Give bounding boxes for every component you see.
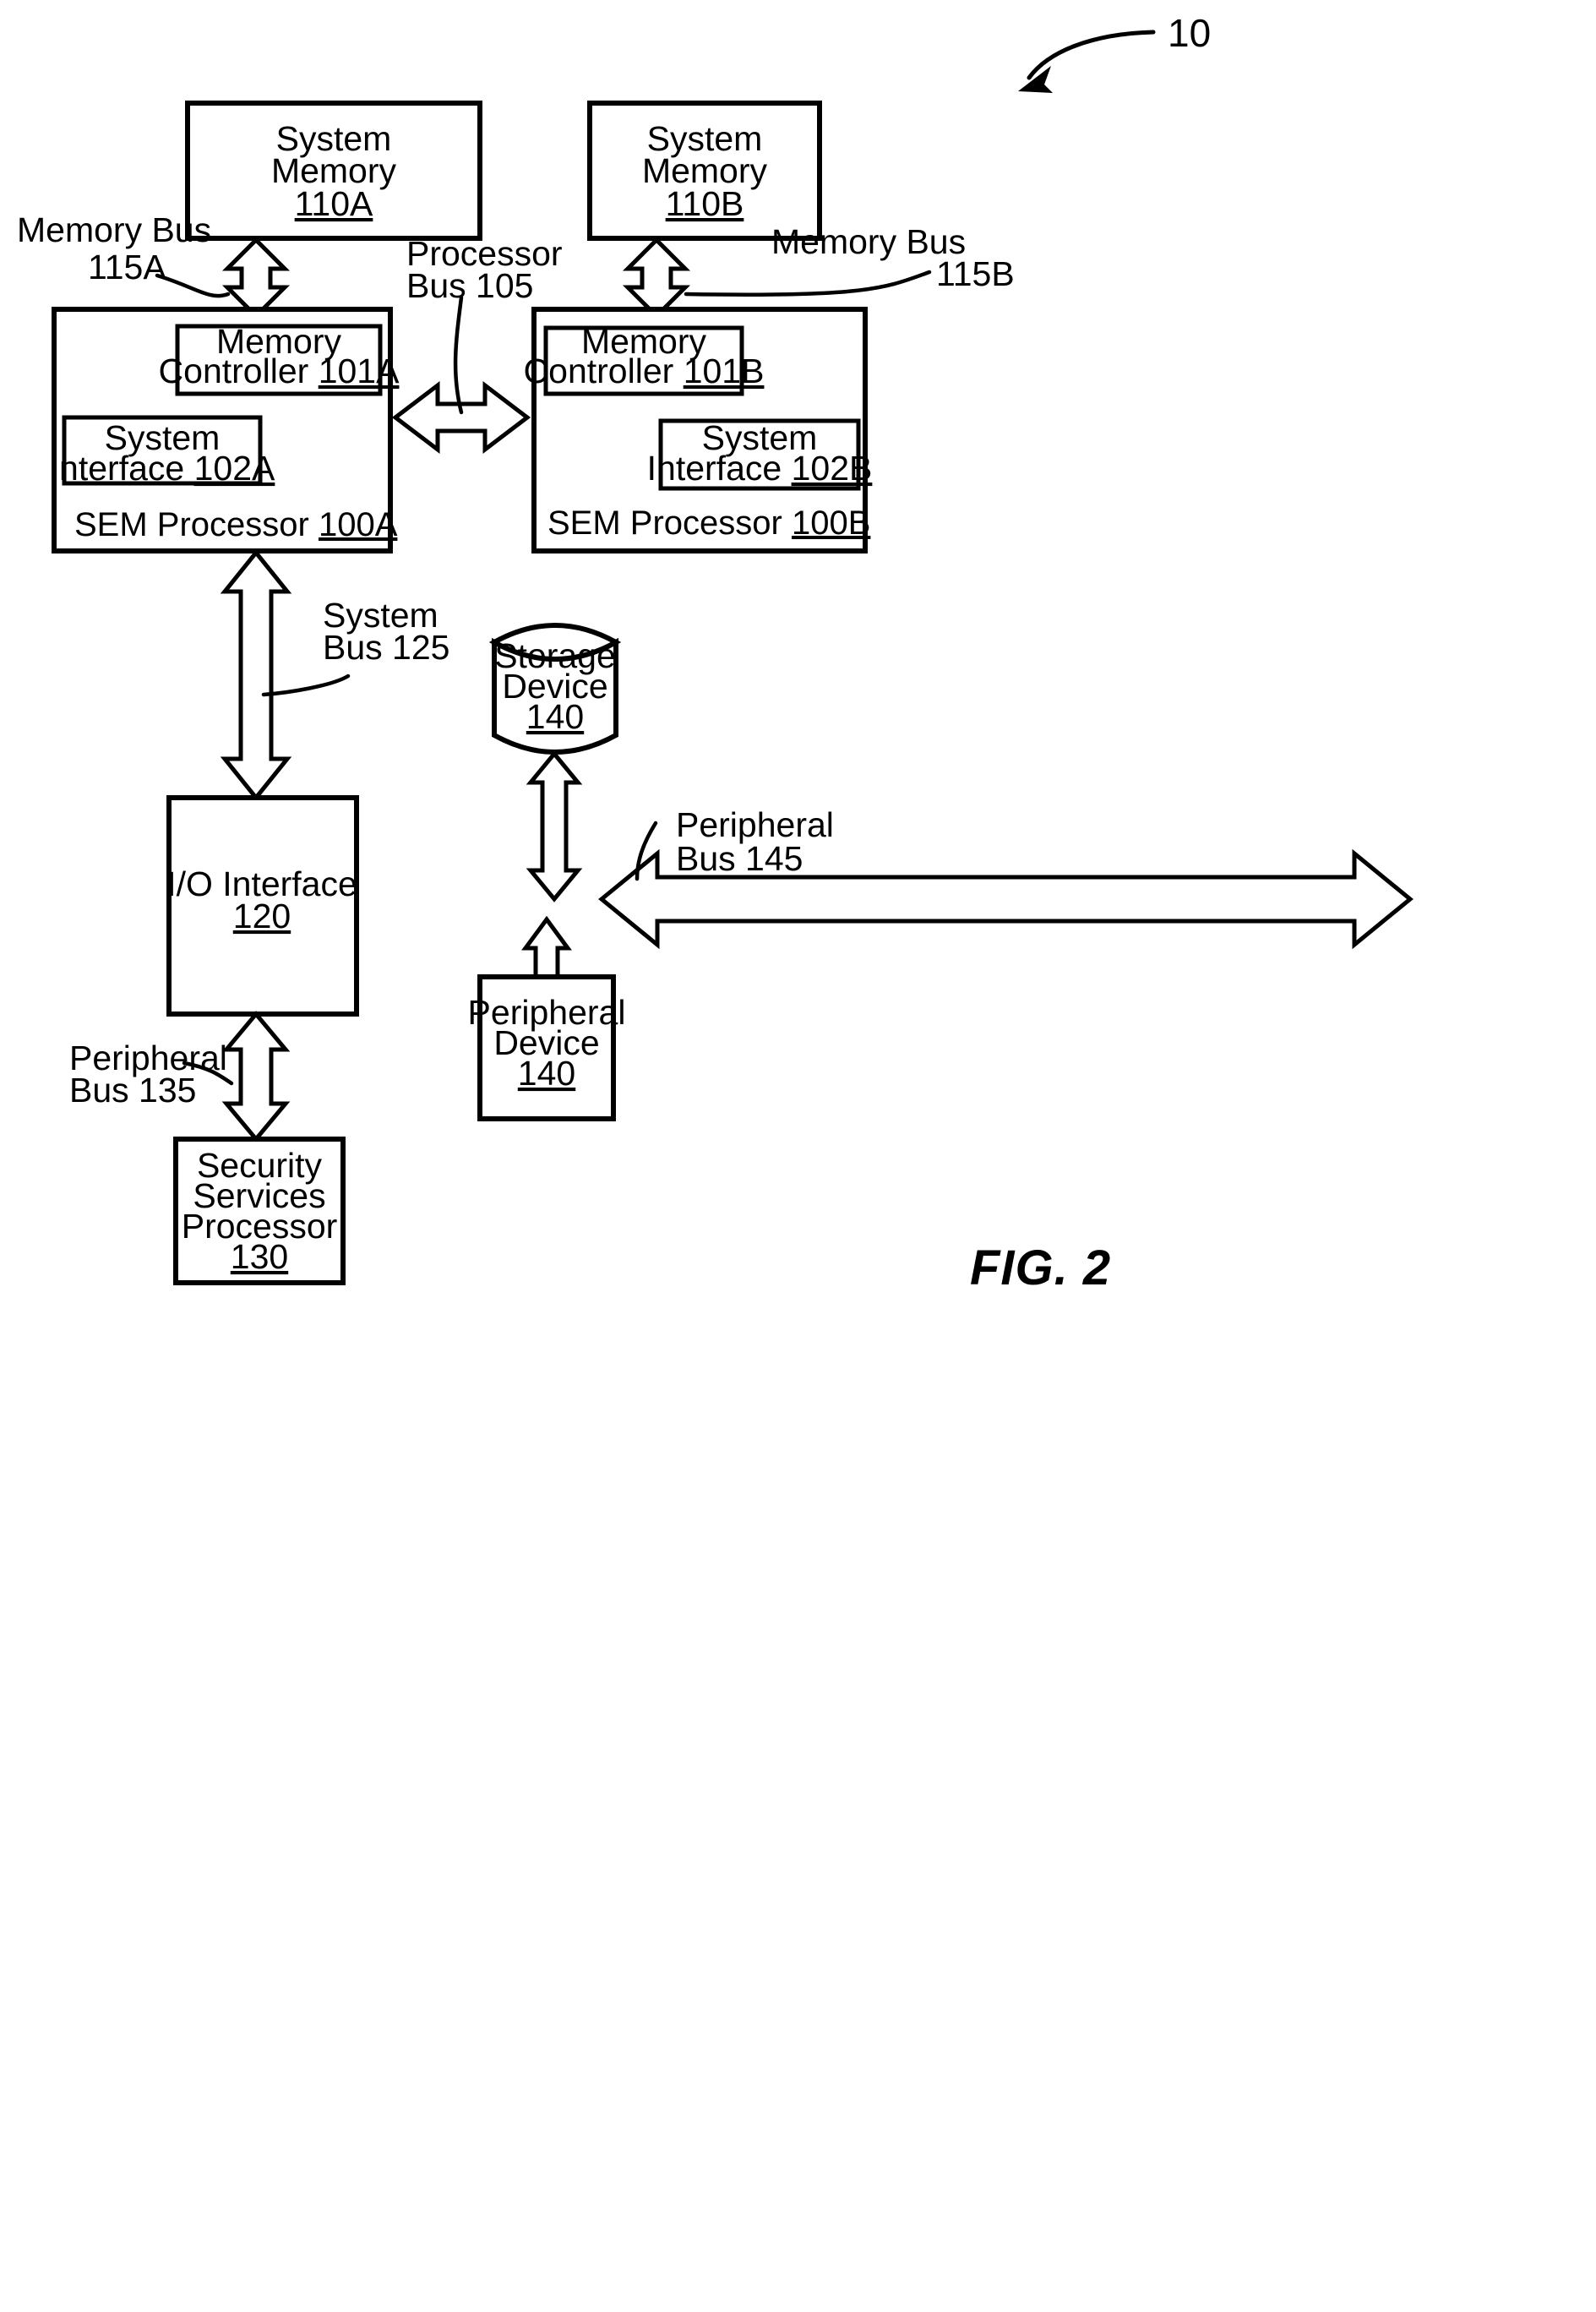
- figure-caption: FIG. 2: [970, 1241, 1111, 1295]
- block-diagram-svg: 10 System Memory 110A System Memory 110B…: [17, 11, 1414, 1295]
- sem-processor-a-name: SEM Processor: [74, 506, 309, 543]
- memory-bus-a-label-line2: 115A: [88, 248, 166, 286]
- memory-controller-b-line2: Controller: [524, 352, 674, 390]
- processor-bus-label-line2: Bus 105: [406, 266, 533, 305]
- peripheral-bus-135-label-line2: Bus 135: [69, 1071, 196, 1110]
- memory-bus-b-label-line2: 115B: [936, 254, 1015, 293]
- processor-bus-double-arrow: [391, 380, 531, 455]
- system-reference-number: 10: [1168, 11, 1211, 55]
- io-interface-ref: 120: [233, 897, 291, 935]
- storage-device-ref: 140: [526, 697, 584, 736]
- peripheral-bus-145-label-line2: Bus 145: [676, 839, 803, 878]
- sem-processor-b-ref: 100B: [792, 504, 870, 542]
- memory-controller-b-line2-group: Controller 101B: [524, 352, 765, 390]
- security-services-processor-ref: 130: [231, 1237, 288, 1276]
- system-interface-a-line2: Interface: [50, 449, 185, 488]
- sem-processor-b-label-group: SEM Processor 100B: [547, 504, 870, 542]
- sem-processor-b-name: SEM Processor: [547, 504, 782, 542]
- peripheral-bus-135-double-arrow: [221, 1011, 291, 1142]
- memory-controller-a-line2-group: Controller 101A: [159, 352, 400, 390]
- system-bus-double-arrow: [220, 549, 292, 801]
- storage-bus-double-arrow: [526, 750, 583, 902]
- patent-figure-2: 10 System Memory 110A System Memory 110B…: [0, 0, 1596, 2312]
- system-interface-b-ref: 102B: [792, 449, 873, 488]
- processor-bus-leader-line: [453, 295, 464, 415]
- memory-bus-a-leader-line: [155, 273, 231, 298]
- system-memory-a-ref: 110A: [295, 184, 373, 223]
- memory-controller-b-ref: 101B: [684, 352, 765, 390]
- memory-controller-a-ref: 101A: [319, 352, 400, 390]
- system-interface-a-line2-group: Interface 102A: [50, 449, 275, 488]
- system-interface-a-ref: 102A: [194, 449, 275, 488]
- system-memory-b-ref: 110B: [666, 184, 744, 223]
- sem-processor-a-ref: 100A: [319, 506, 398, 543]
- memory-bus-b-double-arrow: [622, 237, 691, 319]
- peripheral-device-ref: 140: [518, 1054, 575, 1093]
- system-bus-label-line2: Bus 125: [323, 628, 449, 667]
- memory-bus-a-label-line1: Memory Bus: [17, 210, 211, 249]
- memory-controller-a-line2: Controller: [159, 352, 309, 390]
- memory-bus-b-leader-line: [684, 270, 932, 297]
- system-interface-b-line2: Interface: [647, 449, 782, 488]
- system-interface-b-line2-group: Interface 102B: [647, 449, 873, 488]
- sem-processor-a-label-group: SEM Processor 100A: [74, 506, 398, 543]
- system-bus-leader-line: [261, 673, 351, 697]
- memory-bus-a-double-arrow: [221, 237, 291, 319]
